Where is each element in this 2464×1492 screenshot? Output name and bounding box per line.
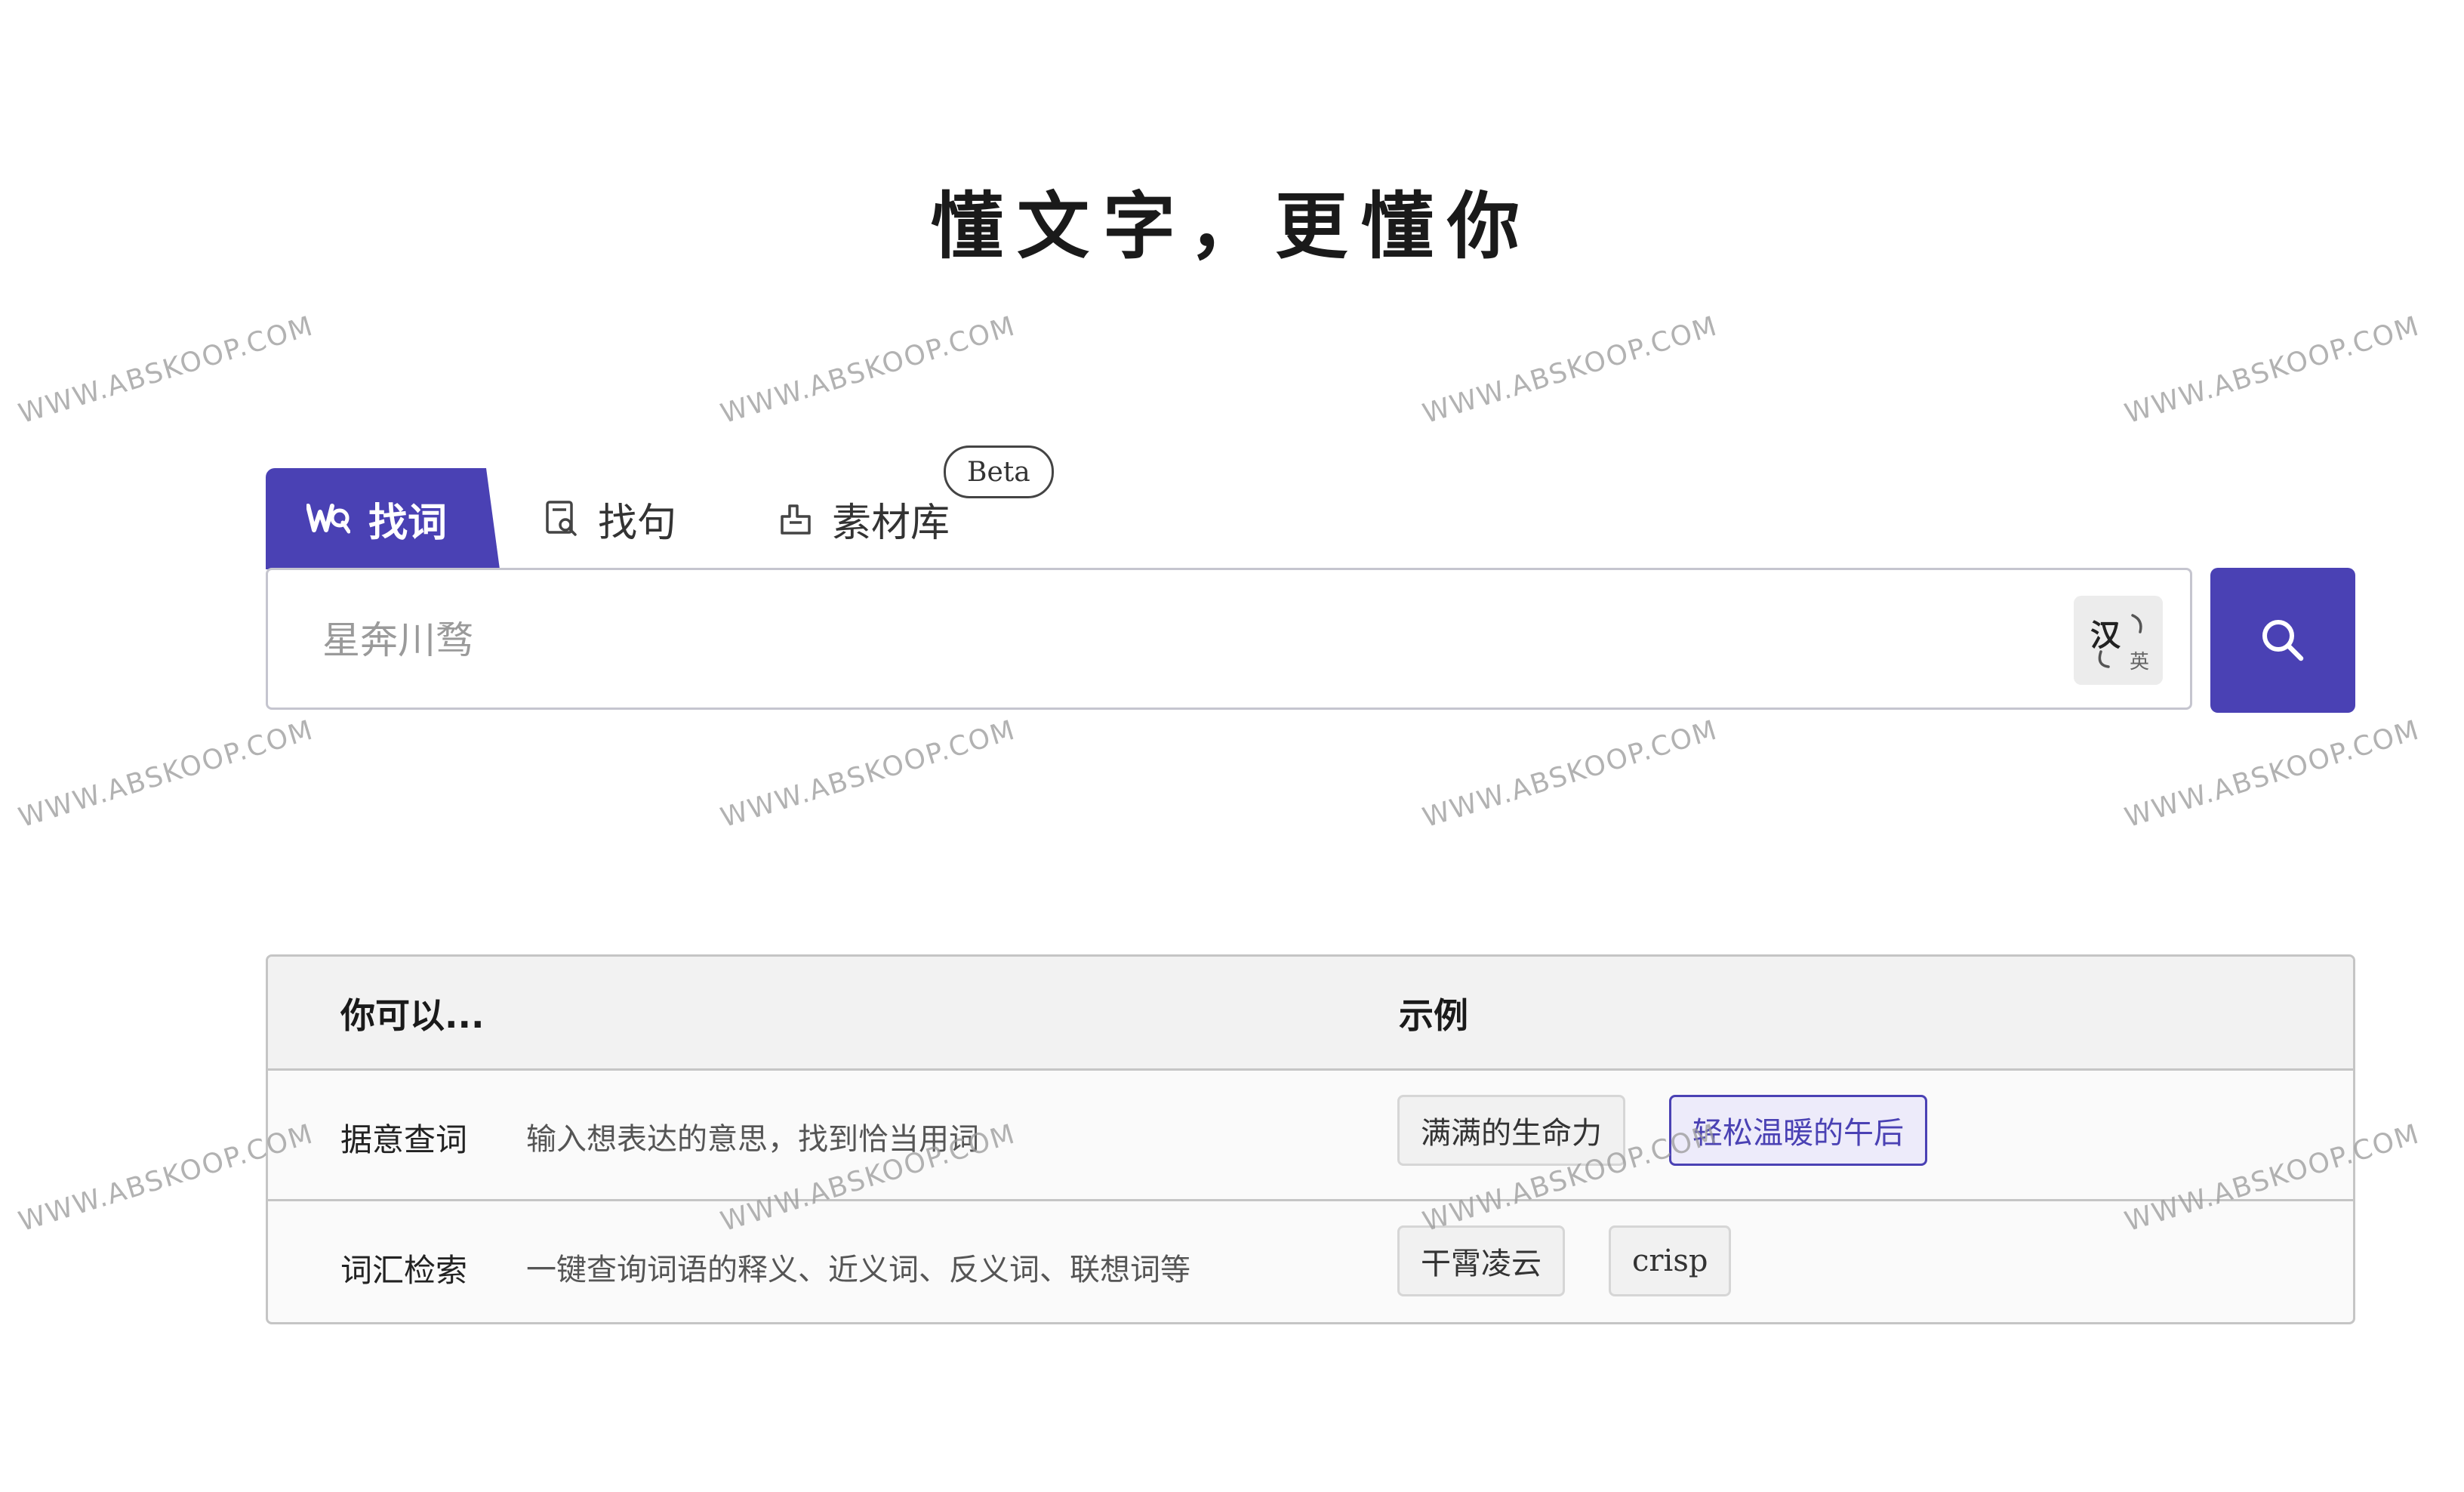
tab-material-library[interactable]: 素材库	[779, 468, 950, 569]
search-button[interactable]	[2210, 568, 2355, 713]
feature-name: 据意查词	[340, 1121, 468, 1158]
watermark-text: WWW.ABSKOOP.COM	[2121, 0, 2423, 7]
feature-description: 输入想表达的意思，找到恰当用词	[526, 1122, 979, 1157]
lang-secondary-label: 英	[2129, 651, 2149, 674]
watermark-text: WWW.ABSKOOP.COM	[15, 714, 318, 834]
watermark-text: WWW.ABSKOOP.COM	[1419, 0, 1721, 7]
material-library-icon	[779, 500, 814, 538]
search-mode-tabs: 找词 找句 素材库 Beta	[266, 445, 1172, 569]
watermark-text: WWW.ABSKOOP.COM	[717, 714, 1020, 834]
watermark-text: WWW.ABSKOOP.COM	[2121, 714, 2424, 834]
tab-label: 素材库	[832, 500, 950, 546]
language-toggle-button[interactable]: 汉 英	[2074, 596, 2163, 685]
sentence-search-icon	[545, 500, 580, 538]
feature-description: 一键查询词语的释义、近义词、反义词、联想词等	[526, 1253, 1190, 1287]
example-chip[interactable]: 干霄凌云	[1397, 1225, 1565, 1296]
example-chips: 满满的生命力 轻松温暖的午后	[1397, 1095, 1971, 1167]
search-input[interactable]	[321, 600, 2060, 680]
watermark-text: WWW.ABSKOOP.COM	[15, 310, 318, 430]
search-box: 汉 英	[266, 568, 2192, 710]
example-chip[interactable]: crisp	[1609, 1225, 1732, 1296]
header-examples: 示例	[1399, 995, 1468, 1036]
page: 懂文字，更懂你 找词 找句 素材库 Beta 星奔川骛 汉 英 你可以... 示…	[0, 0, 2464, 1492]
tab-label: 找句	[598, 500, 677, 546]
watermark-text: WWW.ABSKOOP.COM	[1419, 714, 1722, 834]
table-row: 词汇检索 一键查询词语的释义、近义词、反义词、联想词等 干霄凌云 crisp	[268, 1201, 2353, 1322]
table-row: 据意查词 输入想表达的意思，找到恰当用词 满满的生命力 轻松温暖的午后	[268, 1071, 2353, 1201]
example-chip[interactable]: 满满的生命力	[1397, 1095, 1625, 1166]
lang-primary-label: 汉	[2090, 618, 2121, 653]
search-icon	[2262, 620, 2304, 661]
example-chip-selected[interactable]: 轻松温暖的午后	[1669, 1095, 1927, 1166]
header-you-can: 你可以...	[340, 995, 485, 1036]
tab-find-word[interactable]: 找词	[266, 468, 500, 569]
table-header: 你可以... 示例	[268, 957, 2353, 1071]
wq-logo-icon	[306, 501, 350, 536]
features-table: 你可以... 示例 据意查词 输入想表达的意思，找到恰当用词 满满的生命力 轻松…	[266, 954, 2355, 1324]
tab-label: 找词	[368, 500, 448, 546]
watermark-text: WWW.ABSKOOP.COM	[15, 0, 317, 7]
beta-badge: Beta	[944, 445, 1054, 498]
watermark-text: WWW.ABSKOOP.COM	[717, 0, 1019, 7]
feature-name: 词汇检索	[340, 1252, 468, 1289]
tab-find-sentence[interactable]: 找句	[545, 468, 676, 569]
example-chips: 干霄凌云 crisp	[1397, 1225, 1775, 1298]
watermark-text: WWW.ABSKOOP.COM	[2121, 310, 2424, 430]
watermark-text: WWW.ABSKOOP.COM	[1419, 310, 1722, 430]
page-headline: 懂文字，更懂你	[931, 183, 1533, 269]
watermark-text: WWW.ABSKOOP.COM	[717, 310, 1020, 430]
